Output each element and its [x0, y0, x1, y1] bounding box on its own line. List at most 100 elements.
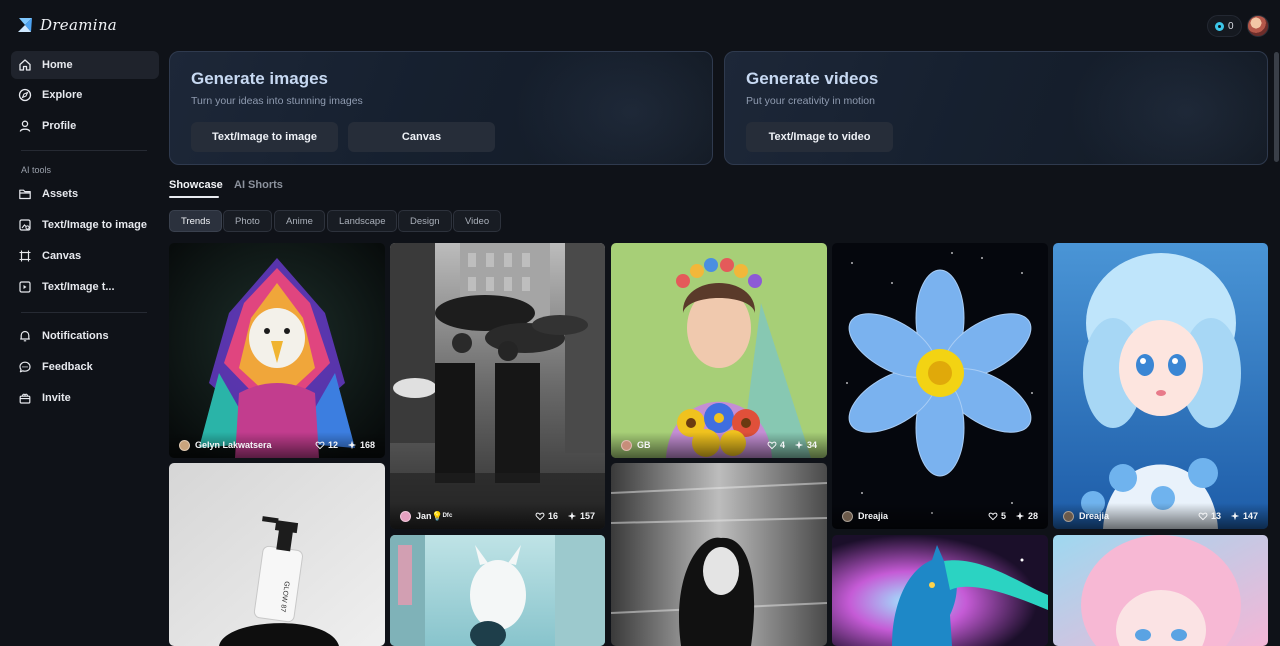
nav-canvas[interactable]: Canvas	[11, 242, 159, 270]
card-author[interactable]: Jan💡ᴰᶠᶜ	[400, 510, 453, 522]
nav-invite[interactable]: Invite	[11, 384, 159, 412]
use-count[interactable]: 147	[1230, 511, 1258, 521]
gallery-card[interactable]: GLOW 87	[169, 463, 385, 646]
card-footer: Dreajia 13 147	[1053, 503, 1268, 529]
sparkle-icon	[567, 511, 577, 521]
card-author[interactable]: Dreajia	[1063, 510, 1110, 522]
like-count[interactable]: 16	[535, 511, 558, 521]
nav-canvas-label: Canvas	[42, 250, 82, 262]
filter-anime[interactable]: Anime	[274, 210, 325, 232]
card-author[interactable]: Gelyn Lakwatsera	[179, 439, 272, 451]
nav-notifications[interactable]: Notifications	[11, 322, 159, 350]
sparkle-icon	[1230, 511, 1240, 521]
card-author[interactable]: Dreajia	[842, 510, 888, 522]
heart-icon	[1198, 512, 1208, 521]
motion-portrait-image	[611, 463, 827, 646]
filter-trends[interactable]: Trends	[169, 210, 223, 232]
use-count-value: 28	[1027, 511, 1038, 521]
gallery-card[interactable]	[1053, 535, 1268, 646]
gallery-card[interactable]	[611, 463, 827, 646]
card-stats: 5 28	[988, 511, 1038, 521]
user-avatar[interactable]	[1247, 15, 1269, 37]
author-name: Gelyn Lakwatsera	[195, 440, 272, 450]
text-image-to-video-button[interactable]: Text/Image to video	[746, 122, 893, 152]
like-count[interactable]: 12	[315, 440, 338, 450]
portrait-woman-flowers-image	[611, 243, 827, 458]
credits-badge[interactable]: 0	[1207, 15, 1242, 37]
like-count-value: 13	[1210, 511, 1221, 521]
image-edit-icon	[19, 219, 31, 231]
gallery-card[interactable]: Dreajia 5 28	[832, 243, 1048, 529]
nav-profile[interactable]: Profile	[11, 112, 159, 140]
compass-icon	[18, 88, 32, 102]
use-count[interactable]: 28	[1015, 511, 1038, 521]
dreamina-logo-icon	[18, 18, 32, 32]
author-name: GB	[637, 440, 651, 450]
canvas-button[interactable]: Canvas	[348, 122, 495, 152]
tab-ai-shorts[interactable]: AI Shorts	[234, 179, 283, 191]
ai-tools-section-title: AI tools	[21, 165, 52, 175]
nav-text-image-to-image[interactable]: Text/Image to image	[11, 211, 159, 239]
text-image-to-image-button[interactable]: Text/Image to image	[191, 122, 338, 152]
use-count-value: 34	[806, 440, 817, 450]
card-footer: Jan💡ᴰᶠᶜ 16 157	[390, 503, 605, 529]
gallery-card[interactable]: Gelyn Lakwatsera 12 168	[169, 243, 385, 458]
use-count[interactable]: 157	[567, 511, 595, 521]
use-count[interactable]: 34	[794, 440, 817, 450]
card-stats: 4 34	[767, 440, 817, 450]
generate-images-title: Generate images	[191, 69, 329, 88]
like-count[interactable]: 5	[988, 511, 1006, 521]
gallery-card[interactable]: Dreajia 13 147	[1053, 243, 1268, 529]
author-name: Dreajia	[1079, 511, 1110, 521]
card-stats: 16 157	[535, 511, 595, 521]
like-count-value: 12	[327, 440, 338, 450]
tab-showcase[interactable]: Showcase	[169, 179, 223, 191]
rainy-street-photo	[390, 243, 605, 529]
page-scrollbar[interactable]	[1274, 52, 1279, 162]
use-count[interactable]: 168	[347, 440, 375, 450]
nav-home[interactable]: Home	[11, 51, 159, 79]
filter-design[interactable]: Design	[398, 210, 452, 232]
eagle-artwork-image	[169, 243, 385, 458]
generate-images-card: Generate images Turn your ideas into stu…	[169, 51, 713, 165]
nav-explore[interactable]: Explore	[11, 81, 159, 109]
generate-images-subtitle: Turn your ideas into stunning images	[191, 95, 363, 107]
credit-coin-icon	[1215, 21, 1224, 31]
filter-video[interactable]: Video	[453, 210, 502, 232]
sidebar: Dreamina Home Explore Profile AI tools A…	[0, 0, 168, 646]
filter-photo[interactable]: Photo	[223, 210, 272, 232]
card-footer: Gelyn Lakwatsera 12 168	[169, 432, 385, 458]
sparkle-icon	[794, 440, 804, 450]
heart-icon	[535, 512, 545, 521]
like-count[interactable]: 4	[767, 440, 785, 450]
nav-invite-label: Invite	[42, 392, 71, 404]
nav-feedback-label: Feedback	[42, 361, 93, 373]
heart-icon	[767, 441, 777, 450]
gallery-card[interactable]	[390, 535, 605, 646]
sparkle-icon	[1015, 511, 1025, 521]
filter-landscape[interactable]: Landscape	[327, 210, 398, 232]
gallery-card[interactable]	[832, 535, 1048, 646]
gift-icon	[19, 393, 31, 404]
gallery-card[interactable]: Jan💡ᴰᶠᶜ 16 157	[390, 243, 605, 529]
like-count[interactable]: 13	[1198, 511, 1221, 521]
nav-divider	[21, 150, 147, 151]
nav-home-label: Home	[42, 59, 73, 71]
video-edit-icon	[19, 281, 31, 293]
chat-icon	[19, 361, 31, 373]
nav-text-image-to-video[interactable]: Text/Image t...	[11, 273, 159, 301]
nav-notifications-label: Notifications	[42, 330, 109, 342]
nav-assets[interactable]: Assets	[11, 180, 159, 208]
nav-text-image-to-video-label: Text/Image t...	[42, 281, 115, 293]
app-logo[interactable]: Dreamina	[17, 15, 117, 35]
use-count-value: 157	[579, 511, 595, 521]
author-name: Jan💡ᴰᶠᶜ	[416, 510, 453, 521]
product-bottle-image: GLOW 87	[169, 463, 385, 646]
card-stats: 12 168	[315, 440, 375, 450]
generate-videos-card: Generate videos Put your creativity in m…	[724, 51, 1268, 165]
nav-feedback[interactable]: Feedback	[11, 353, 159, 381]
generate-videos-title: Generate videos	[746, 69, 879, 88]
card-author[interactable]: GB	[621, 439, 651, 451]
generate-videos-subtitle: Put your creativity in motion	[746, 95, 875, 107]
gallery-card[interactable]: GB 4 34	[611, 243, 827, 458]
